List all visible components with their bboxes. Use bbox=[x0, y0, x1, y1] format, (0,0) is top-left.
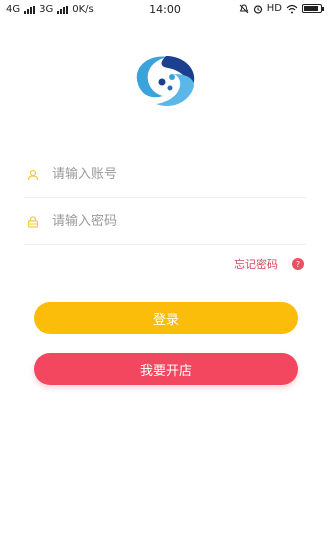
password-field bbox=[24, 199, 306, 245]
battery-icon bbox=[302, 4, 324, 13]
password-input[interactable] bbox=[52, 214, 306, 229]
wifi-icon bbox=[286, 4, 298, 13]
account-field bbox=[24, 152, 306, 198]
account-input[interactable] bbox=[52, 167, 306, 182]
hd-indicator: HD bbox=[266, 3, 282, 14]
status-right: HD bbox=[239, 3, 324, 14]
help-badge-icon[interactable]: ? bbox=[292, 258, 304, 270]
alarm-icon bbox=[253, 4, 262, 14]
login-button[interactable]: 登录 bbox=[34, 302, 298, 334]
user-icon bbox=[26, 168, 40, 182]
mute-icon bbox=[239, 3, 249, 13]
forgot-password-row: 忘记密码 ? bbox=[234, 256, 304, 272]
app-logo bbox=[136, 56, 195, 106]
lock-icon bbox=[26, 215, 40, 229]
open-shop-button[interactable]: 我要开店 bbox=[34, 353, 298, 385]
forgot-password-link[interactable]: 忘记密码 bbox=[234, 256, 278, 272]
status-bar: 4G 3G 0K/s 14:00 HD bbox=[0, 0, 330, 20]
